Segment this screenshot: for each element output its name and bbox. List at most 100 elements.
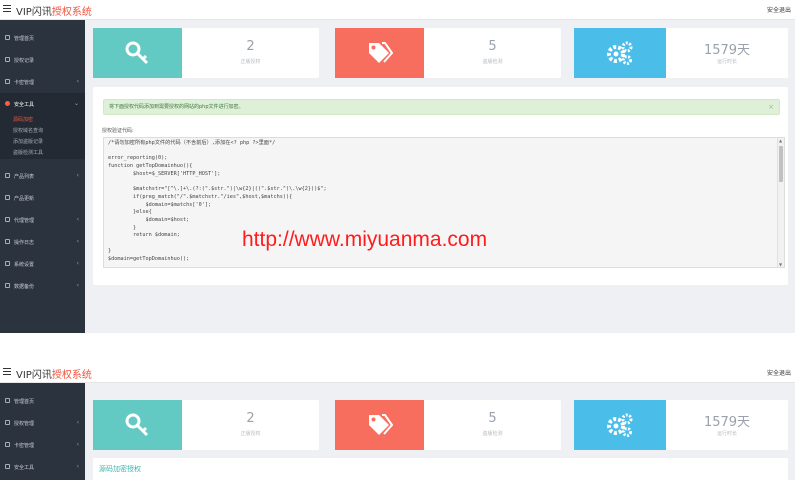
sidebar-item-auth[interactable]: 授权管理 ‹ xyxy=(0,412,85,434)
brand-sub: 授权系统 xyxy=(51,370,92,381)
brand-main: VIP闪讯 xyxy=(16,7,52,18)
sidebar-item-label: 授权记录 xyxy=(14,58,35,64)
card-icon xyxy=(5,79,10,84)
sidebar-item-security[interactable]: 安全工具 ‹ xyxy=(0,456,85,478)
sidebar-item-label: 产品更新 xyxy=(14,196,35,202)
sidebar-item-label: 系统设置 xyxy=(14,262,35,268)
stat-caption: 正版授权 xyxy=(240,431,261,437)
subnav-item-add-piracy[interactable]: 添加盗版记录 xyxy=(0,137,85,148)
sidebar-item-label: 代理管理 xyxy=(14,218,35,224)
sidebar-item-updates[interactable]: 产品更新 xyxy=(0,187,85,209)
menu-icon[interactable] xyxy=(3,5,11,13)
stat-tile xyxy=(335,400,424,450)
chevron-left-icon: ‹ xyxy=(76,238,79,245)
brand-main: VIP闪讯 xyxy=(16,370,52,381)
scroll-down-icon[interactable]: ▼ xyxy=(779,262,782,267)
stat-caption: 盗版检测 xyxy=(482,431,503,437)
scroll-up-icon[interactable]: ▲ xyxy=(779,138,782,143)
stat-value: 1579天 xyxy=(703,415,751,430)
sidebar-item-label: 卡密管理 xyxy=(14,80,35,86)
list-icon xyxy=(5,420,10,425)
gears-icon xyxy=(607,41,633,65)
list-icon xyxy=(5,57,10,62)
sidebar-item-label: 安全工具 xyxy=(14,465,35,471)
stat-value: 1579天 xyxy=(703,43,751,58)
stat-tile xyxy=(93,28,182,78)
stat-caption: 正版授权 xyxy=(240,59,261,65)
close-icon[interactable]: × xyxy=(768,100,774,114)
chevron-left-icon: ‹ xyxy=(76,419,79,426)
scrollbar[interactable]: ▲ ▼ xyxy=(777,138,784,267)
stat-value: 2 xyxy=(246,39,255,54)
sidebar-item-settings[interactable]: 系统设置 ‹ xyxy=(0,253,85,275)
sidebar-item-products[interactable]: 产品列表 ‹ xyxy=(0,165,85,187)
sidebar-item-cards[interactable]: 卡密管理 ‹ xyxy=(0,71,85,93)
sidebar-item-label: 卡密管理 xyxy=(14,443,35,449)
menu-icon[interactable] xyxy=(3,368,11,376)
stat-tile xyxy=(93,400,182,450)
key-icon xyxy=(125,41,148,65)
stat-tile xyxy=(335,28,424,78)
key-icon xyxy=(125,413,148,437)
stat-caption: 运行时长 xyxy=(716,59,737,65)
shield-icon xyxy=(5,464,10,469)
sidebar-item-label: 管理首页 xyxy=(14,399,35,405)
stat-card-licenses: 2 正版授权 xyxy=(93,400,319,450)
scrollbar-thumb[interactable] xyxy=(779,146,783,182)
stat-card-piracy: 5 盗版检测 xyxy=(335,400,561,450)
screenshot-secondary: VIP闪讯授权系统 安全退出 管理首页 授权管理 ‹ 卡密管理 ‹ 安全工具 ‹ 2 … xyxy=(0,363,795,480)
gear-icon xyxy=(5,261,10,266)
shield-icon xyxy=(5,101,10,106)
subnav-item-encrypt[interactable]: 源码加密 xyxy=(0,115,85,126)
sidebar-item-home[interactable]: 管理首页 xyxy=(0,27,85,49)
tags-icon xyxy=(368,414,393,435)
refresh-icon xyxy=(5,195,10,200)
code-label: 授权验证代码: xyxy=(102,128,134,134)
stat-card-piracy: 5 盗版检测 xyxy=(335,28,561,78)
chevron-left-icon: ‹ xyxy=(76,78,79,85)
sidebar-item-label: 产品列表 xyxy=(14,174,35,180)
top-navbar: VIP闪讯授权系统 安全退出 xyxy=(0,0,795,20)
sidebar-item-home[interactable]: 管理首页 xyxy=(0,390,85,412)
panel-title: 源码加密授权 xyxy=(99,465,141,473)
subnav-item-piracy-tool[interactable]: 盗版检测工具 xyxy=(0,148,85,159)
stat-tile xyxy=(574,400,666,450)
chevron-down-icon: ⌄ xyxy=(73,100,79,107)
chevron-left-icon: ‹ xyxy=(76,216,79,223)
stat-caption: 运行时长 xyxy=(716,431,737,437)
card-icon xyxy=(5,442,10,447)
logout-link[interactable]: 安全退出 xyxy=(767,368,791,377)
chevron-left-icon: ‹ xyxy=(76,172,79,179)
gears-icon xyxy=(607,413,633,437)
stat-caption: 盗版检测 xyxy=(482,59,503,65)
chevron-left-icon: ‹ xyxy=(76,282,79,289)
sidebar-item-agents[interactable]: 代理管理 ‹ xyxy=(0,209,85,231)
user-icon xyxy=(5,217,10,222)
logout-link[interactable]: 安全退出 xyxy=(767,5,791,14)
sidebar-item-logs[interactable]: 操作日志 ‹ xyxy=(0,231,85,253)
brand-title: VIP闪讯授权系统 xyxy=(16,3,92,18)
box-icon xyxy=(5,173,10,178)
sidebar-item-cards[interactable]: 卡密管理 ‹ xyxy=(0,434,85,456)
sidebar-item-backup[interactable]: 数据备份 ‹ xyxy=(0,275,85,297)
encrypt-panel: 源码加密授权 xyxy=(93,458,788,480)
chevron-left-icon: ‹ xyxy=(76,463,79,470)
sidebar-item-label: 授权管理 xyxy=(14,421,35,427)
screenshot-main: VIP闪讯授权系统 安全退出 管理首页 授权记录 卡密管理 ‹ 安全工具 ⌄ 源码加… xyxy=(0,0,795,333)
sidebar-item-label: 操作日志 xyxy=(14,240,35,246)
database-icon xyxy=(5,283,10,288)
sidebar-item-auth-records[interactable]: 授权记录 xyxy=(0,49,85,71)
log-icon xyxy=(5,239,10,244)
stat-card-uptime: 1579天 运行时长 xyxy=(574,400,788,450)
home-icon xyxy=(5,35,10,40)
stat-value: 5 xyxy=(488,39,497,54)
sidebar: 管理首页 授权管理 ‹ 卡密管理 ‹ 安全工具 ‹ xyxy=(0,383,85,480)
stat-value: 5 xyxy=(488,411,497,426)
subnav-item-domain-query[interactable]: 授权域名查询 xyxy=(0,126,85,137)
stat-tile xyxy=(574,28,666,78)
top-navbar: VIP闪讯授权系统 安全退出 xyxy=(0,363,795,383)
stat-card-uptime: 1579天 运行时长 xyxy=(574,28,788,78)
home-icon xyxy=(5,398,10,403)
sidebar-item-security[interactable]: 安全工具 ⌄ xyxy=(0,93,85,115)
brand-sub: 授权系统 xyxy=(51,7,92,18)
